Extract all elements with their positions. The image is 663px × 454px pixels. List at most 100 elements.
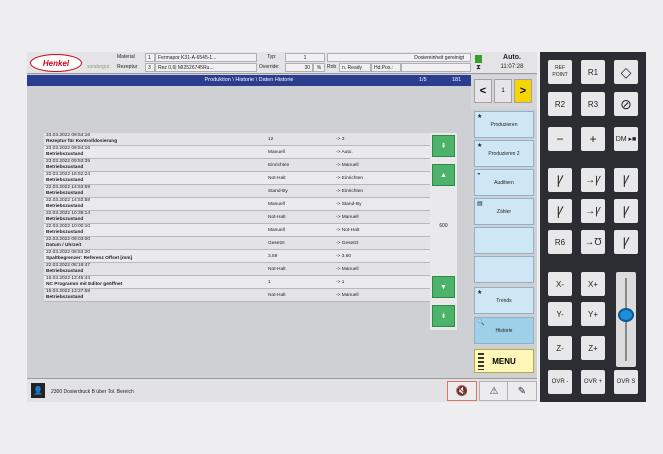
page-indicator: 1/5 (419, 77, 427, 83)
scroll-position: 600 (439, 223, 448, 229)
sidebar-item-historie[interactable]: 🔍 Historie (474, 317, 534, 344)
sidebar-item-produzieren-2[interactable]: ★ Produzieren 2 (474, 140, 534, 167)
z-plus-key[interactable]: Z+ (581, 336, 605, 360)
ovr-minus-key[interactable]: OVR - (548, 370, 572, 394)
sidebar-item-produzieren[interactable]: ★ Produzieren (474, 111, 534, 138)
current-page: 1 (494, 79, 512, 103)
prev-page-button[interactable]: < (474, 79, 492, 103)
star-icon: ★ (477, 290, 483, 296)
dosing-state: Dosiereinheit gereinigt (327, 53, 471, 62)
audit-icon: ◒ (477, 171, 481, 177)
table-row[interactable]: 23.03.2022 09:54:16 Rezeptur für Kontroll… (44, 133, 430, 146)
sidebar-item-empty-2[interactable] (474, 256, 534, 283)
header-bar: Henkel sondergut Material 1 Fermapor K31… (27, 52, 537, 74)
sidebar-item-auditiern[interactable]: ◒ Auditiern (474, 169, 534, 196)
slider-knob[interactable] (618, 308, 634, 322)
menu-icon (478, 353, 484, 370)
table-row[interactable]: 22.03.2022 08:53:20 Spaltbegrenzer: Refer… (44, 250, 430, 263)
ref-point-key[interactable]: REF POINT (548, 60, 572, 84)
material-label: Material (117, 54, 135, 60)
robot-label: Rob (327, 64, 337, 70)
r3-key[interactable]: R3 (581, 92, 605, 116)
table-row[interactable]: 22.03.2022 10:39:14 Betriebszustand Not-Ha… (44, 211, 430, 224)
robot-ready: n. Ready (339, 63, 371, 72)
table-row[interactable]: 22.03.2022 16:52:24 Betriebszustand Not-Ha… (44, 172, 430, 185)
page-title-bar: Produktion \ Historie \ Daten Historie 1… (27, 75, 471, 86)
alarm-message: 2300 Dosierdruck B über Tol. Bereich (51, 389, 134, 395)
start-key[interactable]: ◇ (614, 60, 638, 84)
scroll-down-button[interactable]: ▼ (432, 276, 455, 298)
record-count: 181 (452, 77, 462, 83)
x-plus-key[interactable]: X+ (581, 272, 605, 296)
star-icon: ★ (477, 114, 483, 120)
type-label: Typ: (267, 54, 277, 60)
ovr-s-key[interactable]: OVR S (614, 370, 638, 394)
override-slider[interactable] (616, 272, 636, 367)
next-page-button[interactable]: > (514, 79, 532, 103)
table-row[interactable]: 22.03.2022 09:03:00 Datum / Uhrzeit Gesetz… (44, 237, 430, 250)
nozzle-move-key[interactable]: →Ʊ (581, 230, 605, 254)
counter-icon: ▤ (477, 201, 483, 207)
ovr-plus-key[interactable]: OVR + (581, 370, 605, 394)
scroll-top-button[interactable]: ⇞ (432, 135, 455, 157)
dm-key[interactable]: DM ▸■ (614, 127, 638, 151)
y-plus-key[interactable]: Y+ (581, 302, 605, 326)
table-row[interactable]: 22.03.2022 10:00:10 Betriebszustand Manuel… (44, 224, 430, 237)
speaker-mute-icon: 🔇 (455, 385, 469, 397)
x-minus-key[interactable]: X- (548, 272, 572, 296)
recipe-number: 3 (145, 63, 155, 72)
recipe-value[interactable]: Rez 0,6| MI2526745Ru... (155, 63, 257, 72)
history-table: 23.03.2022 09:54:16 Rezeptur für Kontroll… (44, 133, 430, 302)
gripper-icon: Ꝩ (622, 203, 630, 218)
override-label: Override: (259, 64, 280, 70)
table-row[interactable]: 22.03.2022 08:18:47 Betriebszustand Not-Ha… (44, 263, 430, 276)
operation-mode: Auto. (503, 54, 521, 61)
gripper-close-key[interactable]: Ꝩ (614, 199, 638, 223)
gripper-open-key[interactable]: Ꝩ (548, 199, 572, 223)
r2-key[interactable]: R2 (548, 92, 572, 116)
plus-key[interactable]: + (581, 127, 605, 151)
clamp-open-key[interactable]: Ꝩ (548, 168, 572, 192)
menu-button[interactable]: MENU (474, 349, 534, 373)
warning-button[interactable]: ⚠ (479, 381, 509, 401)
mute-button[interactable]: 🔇 (447, 381, 477, 401)
minus-key[interactable]: − (548, 127, 572, 151)
r6-key[interactable]: R6 (548, 230, 572, 254)
nozzle-move-icon: →Ʊ (584, 236, 602, 248)
table-row[interactable]: 22.03.2022 14:53:59 Betriebszustand Stand-… (44, 185, 430, 198)
type-value: 1 (285, 53, 325, 62)
override-value: 30 (285, 63, 313, 72)
hourglass-icon: ⧗ (476, 64, 481, 71)
spray-key[interactable]: Ꝩ (614, 230, 638, 254)
z-minus-key[interactable]: Z- (548, 336, 572, 360)
clamp-move-key[interactable]: →Ꝩ (581, 168, 605, 192)
y-minus-key[interactable]: Y- (548, 302, 572, 326)
table-row[interactable]: 23.03.2022 09:53:39 Betriebszustand Einric… (44, 159, 430, 172)
star-icon: ★ (477, 143, 483, 149)
clamp-close-key[interactable]: Ꝩ (614, 168, 638, 192)
sidebar-item-trends[interactable]: ★ Trends (474, 287, 534, 314)
material-number: 1 (145, 53, 155, 62)
table-row[interactable]: 15.03.2022 13:45:44 NC Programm mit Edito… (44, 276, 430, 289)
user-icon[interactable]: 👤 (31, 383, 45, 398)
brand-logo: Henkel (30, 54, 82, 72)
clock: 11:07:28 (500, 64, 524, 70)
table-row[interactable]: 23.03.2022 09:54:16 Betriebszustand Manuel… (44, 146, 430, 159)
sidebar: ★ Produzieren ★ Produzieren 2 ◒ Auditiern ▤… (471, 109, 537, 373)
gripper-icon: Ꝩ (556, 203, 564, 218)
sidebar-item-empty-1[interactable] (474, 227, 534, 254)
sidebar-item-zaehler[interactable]: ▤ Zähler (474, 198, 534, 225)
table-row[interactable]: 15.03.2022 13:27:58 Betriebszustand Not-Ha… (44, 289, 430, 302)
table-row[interactable]: 22.03.2022 14:53:58 Betriebszustand Manuel… (44, 198, 430, 211)
gripper-move-key[interactable]: →Ꝩ (581, 199, 605, 223)
page-title: Produktion \ Historie \ Daten Historie (204, 77, 294, 83)
spray-icon: Ꝩ (622, 234, 630, 249)
material-value[interactable]: Fermapor K31-A-6545-1... (155, 53, 257, 62)
machine-keypad: REF POINT R1 ◇ R2 R3 ⊘ − + DM ▸■ Ꝩ →Ꝩ Ꝩ … (540, 52, 646, 402)
bottom-bar: 👤 2300 Dosierdruck B über Tol. Bereich 🔇… (27, 378, 537, 402)
scroll-up-button[interactable]: ▲ (432, 164, 455, 186)
clear-button[interactable]: ✎ (507, 381, 537, 401)
scroll-bottom-button[interactable]: ⇟ (432, 305, 455, 327)
r1-key[interactable]: R1 (581, 60, 605, 84)
stop-key[interactable]: ⊘ (614, 92, 638, 116)
